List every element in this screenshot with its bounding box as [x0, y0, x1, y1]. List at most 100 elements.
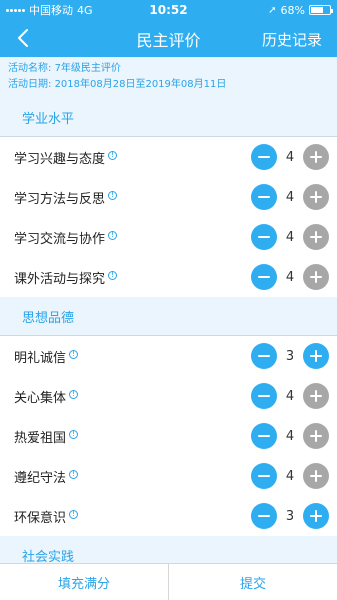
activity-name-label: 活动名称:	[8, 63, 52, 74]
minus-icon	[258, 435, 270, 437]
increment-button[interactable]	[303, 423, 329, 449]
bottom-action-bar: 填充满分 提交	[0, 563, 337, 600]
decrement-button[interactable]	[251, 343, 277, 369]
activity-name-line: 活动名称: 7年级民主评价	[8, 61, 329, 77]
history-button[interactable]: 历史记录	[262, 29, 322, 50]
rating-label-text: 遵纪守法	[14, 470, 67, 486]
plus-icon	[310, 350, 322, 362]
rating-label-text: 关心集体	[14, 390, 67, 406]
info-icon[interactable]: !	[69, 349, 79, 359]
plus-icon	[310, 470, 322, 482]
info-icon[interactable]: !	[108, 150, 118, 160]
rating-label: 学习交流与协作!	[14, 228, 118, 247]
rating-label: 遵纪守法!	[14, 467, 79, 486]
rating-row: 遵纪守法! 4	[0, 456, 337, 496]
rating-stepper: 4	[251, 224, 329, 250]
rating-label: 学习兴趣与态度!	[14, 148, 118, 167]
rating-value: 4	[285, 428, 295, 444]
increment-button[interactable]	[303, 144, 329, 170]
decrement-button[interactable]	[251, 184, 277, 210]
plus-icon	[310, 390, 322, 402]
submit-button[interactable]: 提交	[168, 564, 337, 600]
rating-stepper: 4	[251, 383, 329, 409]
rating-stepper: 4	[251, 264, 329, 290]
activity-info: 活动名称: 7年级民主评价 活动日期: 2018年08月28日至2019年08月…	[0, 57, 337, 98]
rating-label: 关心集体!	[14, 387, 79, 406]
increment-button[interactable]	[303, 184, 329, 210]
rating-label: 热爱祖国!	[14, 427, 79, 446]
info-icon[interactable]: !	[108, 230, 118, 240]
minus-icon	[258, 276, 270, 278]
info-icon[interactable]: !	[69, 429, 79, 439]
increment-button[interactable]	[303, 343, 329, 369]
rating-row: 学习方法与反思! 4	[0, 177, 337, 217]
back-button[interactable]	[12, 26, 36, 50]
fill-full-score-button[interactable]: 填充满分	[0, 564, 168, 600]
minus-icon	[258, 395, 270, 397]
plus-icon	[310, 271, 322, 283]
rating-value: 3	[285, 348, 295, 364]
rating-value: 4	[285, 149, 295, 165]
rating-value: 3	[285, 508, 295, 524]
activity-name: 7年级民主评价	[54, 63, 121, 74]
rating-stepper: 4	[251, 463, 329, 489]
signal-icon	[6, 8, 25, 12]
minus-icon	[258, 156, 270, 158]
rating-label-text: 环保意识	[14, 510, 67, 526]
activity-date-label: 活动日期:	[8, 79, 52, 90]
chevron-left-icon	[18, 29, 28, 47]
info-icon[interactable]: !	[108, 270, 118, 280]
activity-date: 2018年08月28日至2019年08月11日	[54, 79, 227, 90]
rating-label-text: 学习方法与反思	[14, 191, 106, 207]
info-icon[interactable]: !	[69, 469, 79, 479]
increment-button[interactable]	[303, 383, 329, 409]
rating-stepper: 3	[251, 503, 329, 529]
rating-value: 4	[285, 468, 295, 484]
minus-icon	[258, 236, 270, 238]
rating-value: 4	[285, 189, 295, 205]
rating-stepper: 4	[251, 423, 329, 449]
network-type: 4G	[77, 3, 93, 17]
increment-button[interactable]	[303, 224, 329, 250]
increment-button[interactable]	[303, 264, 329, 290]
rating-label-text: 学习兴趣与态度	[14, 151, 106, 167]
rating-row: 关心集体! 4	[0, 376, 337, 416]
status-bar: 中国移动 4G 10:52 ➚ 68%	[0, 0, 337, 20]
rating-row: 学习兴趣与态度! 4	[0, 137, 337, 177]
plus-icon	[310, 191, 322, 203]
info-icon[interactable]: !	[69, 509, 79, 519]
rating-label-text: 热爱祖国	[14, 430, 67, 446]
decrement-button[interactable]	[251, 224, 277, 250]
activity-date-line: 活动日期: 2018年08月28日至2019年08月11日	[8, 77, 329, 93]
minus-icon	[258, 475, 270, 477]
decrement-button[interactable]	[251, 383, 277, 409]
location-icon: ➚	[268, 4, 277, 16]
minus-icon	[258, 196, 270, 198]
section-header: 学业水平	[0, 98, 337, 137]
rating-label-text: 明礼诚信	[14, 350, 67, 366]
rating-row: 学习交流与协作! 4	[0, 217, 337, 257]
info-icon[interactable]: !	[69, 389, 79, 399]
rating-label: 学习方法与反思!	[14, 188, 118, 207]
rating-label: 环保意识!	[14, 507, 79, 526]
info-icon[interactable]: !	[108, 190, 118, 200]
rating-label-text: 学习交流与协作	[14, 231, 106, 247]
increment-button[interactable]	[303, 503, 329, 529]
plus-icon	[310, 151, 322, 163]
decrement-button[interactable]	[251, 463, 277, 489]
rating-stepper: 4	[251, 144, 329, 170]
rating-value: 4	[285, 388, 295, 404]
section-header: 社会实践	[0, 536, 337, 563]
decrement-button[interactable]	[251, 264, 277, 290]
increment-button[interactable]	[303, 463, 329, 489]
evaluation-list[interactable]: 学业水平 学习兴趣与态度! 4 学习方法与反思! 4 学习交流与协作! 4 课外活动与探究! 4…	[0, 98, 337, 563]
decrement-button[interactable]	[251, 423, 277, 449]
nav-bar: 民主评价 历史记录	[0, 20, 337, 57]
decrement-button[interactable]	[251, 144, 277, 170]
rating-value: 4	[285, 229, 295, 245]
rating-stepper: 4	[251, 184, 329, 210]
rating-row: 课外活动与探究! 4	[0, 257, 337, 297]
decrement-button[interactable]	[251, 503, 277, 529]
minus-icon	[258, 515, 270, 517]
rating-row: 明礼诚信! 3	[0, 336, 337, 376]
